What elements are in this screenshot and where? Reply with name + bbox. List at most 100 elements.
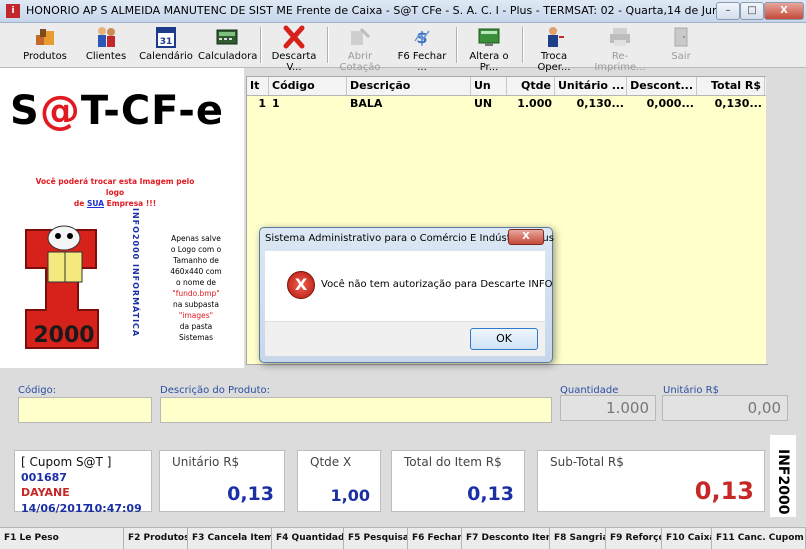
col-header-descricao[interactable]: Descrição (347, 77, 471, 95)
note-line-1: Você poderá trocar esta Imagem pelo logo (35, 177, 195, 197)
fkey-f4[interactable]: F4 Quantidade (272, 528, 344, 549)
produtos-label: Produtos (23, 51, 67, 62)
toolbar-separator (456, 27, 458, 63)
sat-cfe-logo: S@T-CF-e (10, 88, 224, 134)
instr-3: Tamanho de (173, 256, 219, 265)
exit-door-icon (674, 27, 688, 47)
calculadora-button[interactable]: Calculadora (198, 25, 258, 65)
logo-suffix: T-CF-e (80, 88, 224, 134)
instr-8: "images" (178, 311, 214, 320)
cell-un: UN (474, 97, 493, 110)
printer-icon (610, 28, 630, 46)
instr-2: o Logo com o (170, 245, 222, 254)
reimprime-button[interactable]: Re-Imprime... (588, 25, 652, 73)
error-icon: X (287, 271, 315, 299)
codigo-label: Código: (18, 385, 57, 396)
instr-10: Sistemas (178, 333, 214, 342)
col-header-un[interactable]: Un (471, 77, 507, 95)
instr-7: na subpasta (173, 300, 219, 309)
fkey-f9[interactable]: F9 Reforço (606, 528, 662, 549)
note-line-2-u: SUA (86, 199, 105, 208)
col-header-desconto[interactable]: Descont... (627, 77, 697, 95)
col-header-total[interactable]: Total R$ (697, 77, 765, 95)
ok-button[interactable]: OK (470, 328, 538, 350)
fkey-f11[interactable]: F11 Canc. Cupom (712, 528, 806, 549)
info2000-vertical-text: INFO2000 INFORMÁTICA (131, 208, 140, 338)
svg-text:31: 31 (160, 37, 173, 47)
cupom-title: [ Cupom S@T ] (21, 455, 112, 469)
instr-6: "fundo.bmp" (172, 289, 220, 298)
dialog-body: X Você não tem autorização para Descarte… (265, 251, 552, 321)
unitario-input[interactable]: 0,00 (662, 395, 788, 421)
cell-codigo: 1 (272, 97, 280, 110)
instr-5: o nome de (176, 278, 216, 287)
clientes-button[interactable]: Clientes (80, 25, 132, 65)
operator-name: DAYANE (21, 486, 70, 499)
calendar-icon: 31 (156, 27, 176, 48)
abrir-cotacao-label: Abrir Cotação (339, 51, 381, 73)
unitario-box: Unitário R$ 0,13 (159, 450, 285, 512)
maximize-button[interactable]: □ (740, 2, 764, 20)
info2000-side-logo: INF2000 (770, 435, 796, 517)
fkey-f2[interactable]: F2 Produtos (124, 528, 188, 549)
logo-instructions: Apenas salve o Logo com o Tamanho de 460… (160, 233, 232, 343)
fkey-f1[interactable]: F1 Le Peso (0, 528, 124, 549)
cell-qtde: 1.000 (517, 97, 552, 110)
fkey-f7[interactable]: F7 Desconto Item (462, 528, 550, 549)
f6-fechar-button[interactable]: $ F6 Fechar ... (392, 25, 452, 73)
total-item-box: Total do Item R$ 0,13 (391, 450, 525, 512)
cell-it: 1 (258, 97, 266, 110)
f6-fechar-label: F6 Fechar ... (397, 51, 447, 73)
subtotal-value: 0,13 (694, 477, 754, 505)
toolbar-separator (327, 27, 329, 63)
calendario-button[interactable]: 31 Calendário (136, 25, 196, 65)
total-item-caption: Total do Item R$ (404, 455, 502, 469)
brand-panel: S@T-CF-e Você poderá trocar esta Imagem … (0, 68, 244, 368)
fkey-f10[interactable]: F10 Caixa (662, 528, 712, 549)
minimize-button[interactable]: – (716, 2, 740, 20)
col-header-it[interactable]: It (247, 77, 269, 95)
fkey-f8[interactable]: F8 Sangria (550, 528, 606, 549)
fkey-f5[interactable]: F5 Pesquisa (344, 528, 408, 549)
descarta-button[interactable]: Descarta V... (264, 25, 324, 73)
unitario-caption: Unitário R$ (172, 455, 240, 469)
descarta-label: Descarta V... (271, 51, 317, 73)
col-header-unitario[interactable]: Unitário ... (555, 77, 627, 95)
quantidade-input[interactable]: 1.000 (560, 395, 656, 421)
cell-total: 0,130... (714, 97, 762, 110)
reimprime-label: Re-Imprime... (594, 51, 646, 73)
dollar-icon: $ (414, 28, 430, 47)
cupom-number: 001687 (21, 471, 67, 484)
col-header-qtde[interactable]: Qtde (507, 77, 555, 95)
fkey-f3[interactable]: F3 Cancela Item (188, 528, 272, 549)
troca-label: Troca Oper... (537, 51, 571, 73)
note-line-2-b: Empresa !!! (104, 199, 157, 208)
abrir-cotacao-button[interactable]: Abrir Cotação (330, 25, 390, 73)
altera-button[interactable]: Altera o Pr... (459, 25, 519, 73)
troca-operador-button[interactable]: Troca Oper... (524, 25, 584, 73)
dialog-close-button[interactable]: X (508, 229, 544, 245)
sair-button[interactable]: Sair (656, 25, 706, 65)
clientes-label: Clientes (85, 51, 127, 62)
calculadora-label: Calculadora (198, 51, 258, 62)
altera-label: Altera o Pr... (469, 51, 509, 73)
instr-4: 460x440 com (170, 267, 222, 276)
window-titlebar: i HONORIO AP S ALMEIDA MANUTENC DE SIST … (0, 0, 806, 23)
descricao-label: Descrição do Produto: (160, 385, 270, 396)
descricao-input[interactable] (160, 397, 552, 423)
toolbar-separator (260, 27, 262, 63)
mascot-2000-text: 2000 (33, 323, 94, 348)
close-button[interactable]: X (764, 2, 804, 20)
instr-1: Apenas salve (171, 234, 221, 243)
products-icon (36, 29, 54, 45)
instr-9: da pasta (179, 322, 213, 331)
logo-replace-note: Você poderá trocar esta Imagem pelo logo… (30, 176, 200, 209)
col-header-codigo[interactable]: Código (269, 77, 347, 95)
cell-descricao: BALA (350, 97, 383, 110)
fkey-f6[interactable]: F6 Fechar (408, 528, 462, 549)
codigo-input[interactable] (18, 397, 152, 423)
produtos-button[interactable]: Produtos (16, 25, 74, 65)
authorization-dialog: Sistema Administrativo para o Comércio E… (259, 227, 554, 363)
subtotal-caption: Sub-Total R$ (550, 455, 624, 469)
table-row[interactable]: 1 1 BALA UN 1.000 0,130... 0,000... 0,13… (247, 96, 767, 112)
